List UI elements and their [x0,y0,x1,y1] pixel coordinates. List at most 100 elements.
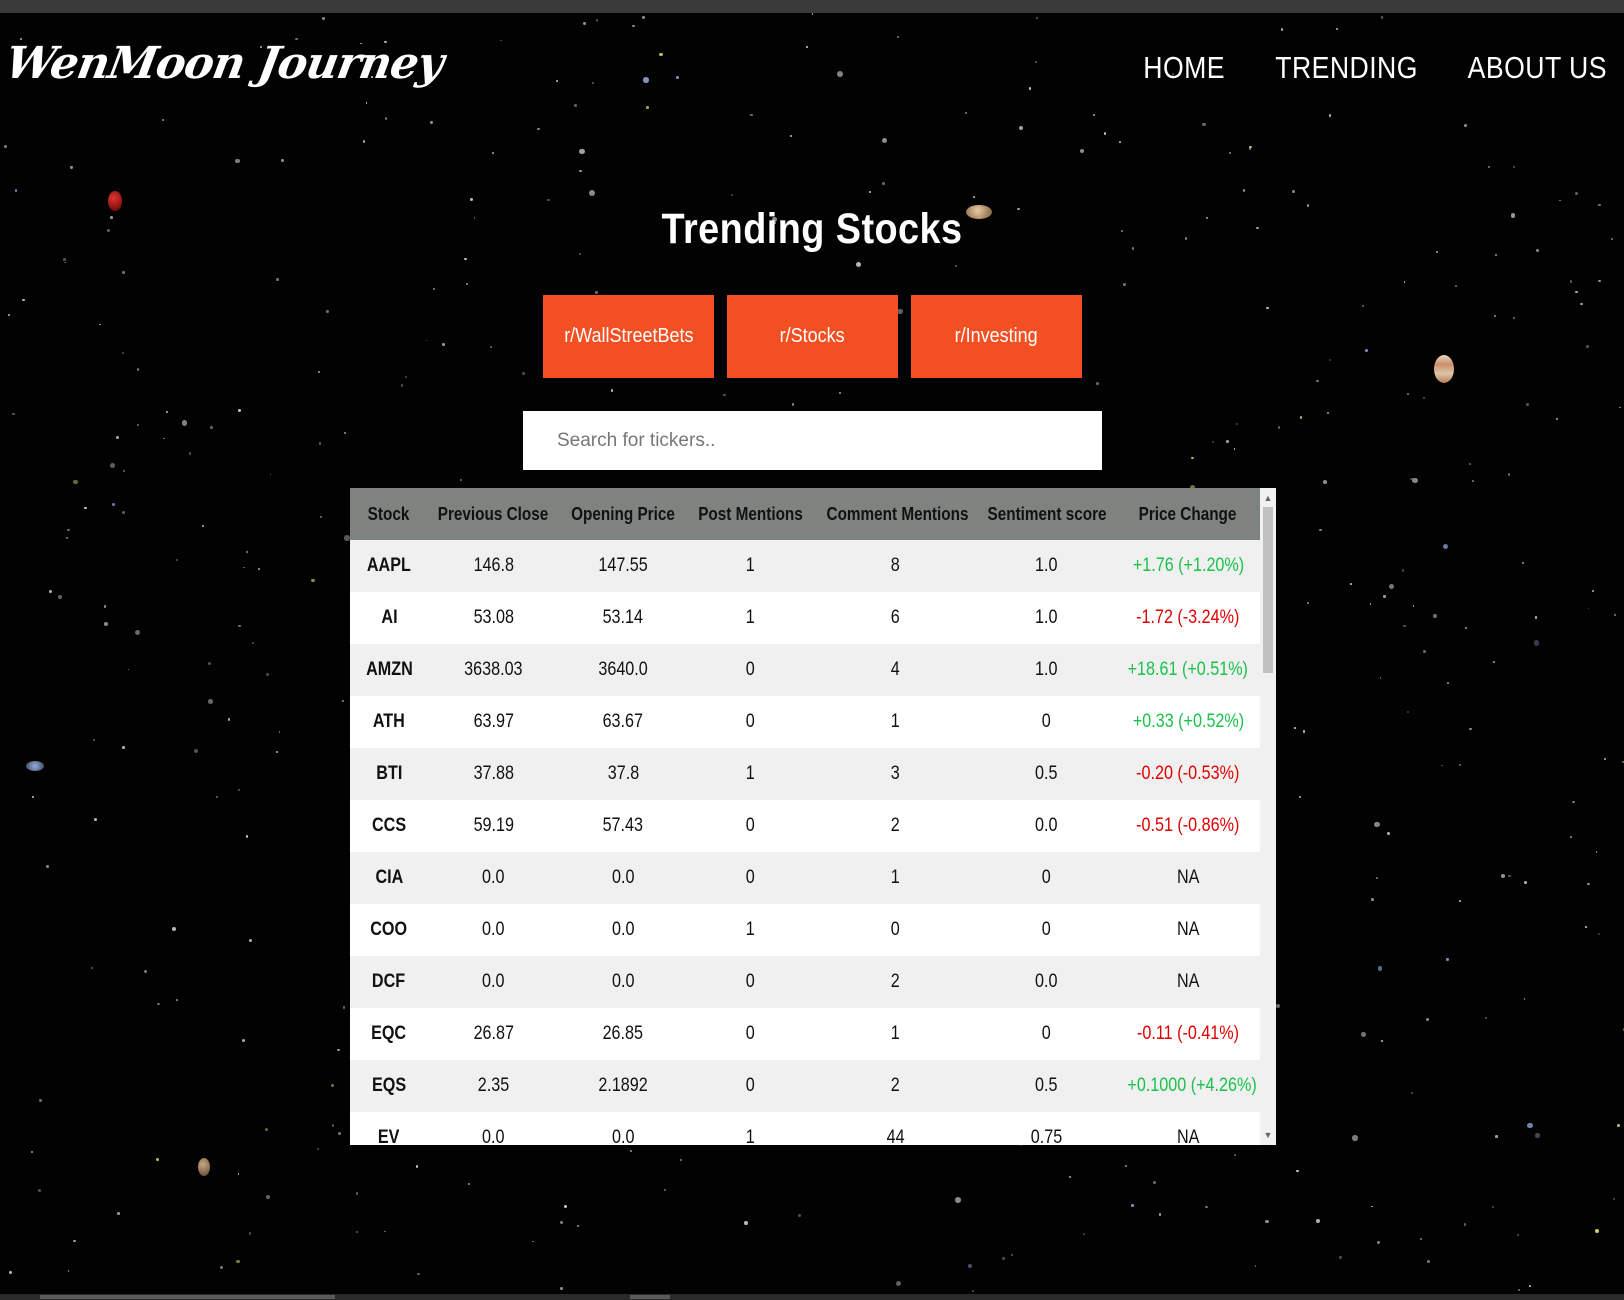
column-header-previous-close[interactable]: Previous Close [428,488,559,540]
table-scrollbar[interactable]: ▲ ▼ [1260,488,1276,1145]
star [319,515,322,519]
cell-post-mentions: 0 [745,1023,755,1044]
star [470,197,474,201]
star [465,283,468,285]
column-header-post-mentions[interactable]: Post Mentions [687,488,814,540]
cell-comment-mentions: 1 [890,867,900,888]
cell-post-mentions: 1 [745,607,755,628]
browser-bottom-scrollbar[interactable] [0,1294,1624,1300]
cell-comment-mentions: 2 [890,1075,900,1096]
star [331,1084,334,1087]
star [1402,624,1406,628]
investing-button[interactable]: r/Investing [911,295,1082,378]
scroll-up-arrow-icon[interactable]: ▲ [1260,490,1276,506]
star [175,559,178,562]
column-header-comment-mentions[interactable]: Comment Mentions [814,488,977,540]
table-row: AI 53.08 53.14 1 6 1.0 -1.72 (-3.24%) [350,592,1260,644]
star [882,181,886,185]
star [362,139,366,143]
nav-home[interactable]: HOME [1144,50,1226,86]
star [1277,426,1281,430]
cell-sentiment-score: 0.5 [1035,763,1058,784]
star [1299,416,1303,419]
stocks-button[interactable]: r/Stocks [727,295,898,378]
column-header-stock[interactable]: Stock [350,488,428,540]
star [967,1264,972,1269]
star [855,261,861,268]
star [1254,1265,1257,1268]
nav-about-us[interactable]: ABOUT US [1468,50,1607,86]
star [1234,1154,1237,1157]
star [331,1124,335,1127]
star [839,392,842,395]
star [1528,1284,1531,1287]
star [1205,1206,1208,1209]
table-row: AMZN 3638.03 3640.0 0 4 1.0 +18.61 (+0.51%) [350,644,1260,696]
star [592,81,595,85]
star [467,1182,471,1185]
stocks-label: r/Stocks [779,325,846,347]
star [65,536,69,540]
star [1614,614,1616,616]
horizontal-scrollbar-thumb[interactable] [40,1295,335,1299]
star [559,1221,563,1225]
cell-previous-close: 0.0 [482,919,505,940]
cell-stock: AMZN [365,659,413,680]
cell-opening-price: 26.85 [602,1023,644,1044]
cell-sentiment-score: 0 [1041,711,1051,732]
star [1487,165,1490,169]
star [663,1189,666,1192]
star [489,346,492,349]
star [1469,462,1472,465]
star [1501,874,1505,879]
star [1275,1004,1280,1008]
wallstreetbets-button[interactable]: r/WallStreetBets [543,295,714,378]
star [1412,604,1415,607]
scrollbar-thumb[interactable] [1263,507,1273,673]
star [1524,881,1527,884]
star [137,423,140,427]
star [429,120,433,124]
star [1153,1181,1156,1184]
stocks-table-container[interactable]: Stock Previous Close Opening Price Post … [350,488,1276,1145]
star [1306,602,1309,605]
top-nav: HOME TRENDING ABOUT US [1130,50,1607,86]
cell-sentiment-score: 1.0 [1035,607,1058,628]
star [1559,199,1562,202]
star [417,1272,420,1276]
nav-trending[interactable]: TRENDING [1275,50,1418,86]
star [276,751,279,754]
cell-opening-price: 2.1892 [598,1075,648,1096]
star [1585,345,1589,349]
star [610,389,614,392]
star [1507,473,1511,476]
cell-previous-close: 2.35 [477,1075,510,1096]
ticker-search-input[interactable] [523,411,1102,470]
star [556,80,559,82]
star [317,1147,320,1150]
cell-price-change: -0.20 (-0.53%) [1136,763,1240,784]
scroll-down-arrow-icon[interactable]: ▼ [1260,1127,1276,1143]
brand-logo[interactable]: WenMoon Journey [2,38,447,89]
star [92,739,96,742]
star [115,436,119,440]
star [1202,122,1206,127]
star [157,1002,160,1006]
cell-stock: EQS [371,1075,407,1096]
star [578,148,585,155]
star [1376,876,1379,879]
column-header-sentiment-score[interactable]: Sentiment score [977,488,1116,540]
star [1124,1164,1128,1168]
column-header-opening-price[interactable]: Opening Price [559,488,687,540]
cell-comment-mentions: 8 [890,555,900,576]
cell-stock: AI [380,607,398,628]
cell-price-change: NA [1176,919,1200,940]
star [1570,835,1573,838]
cell-opening-price: 53.14 [602,607,644,628]
cell-price-change: +0.1000 (+4.26%) [1127,1075,1257,1096]
star [1096,382,1099,385]
column-header-price-change[interactable]: Price Change [1116,488,1260,540]
star [1410,477,1413,481]
star [1280,28,1284,31]
subreddit-buttons: r/WallStreetBets r/Stocks r/Investing [543,295,1082,378]
